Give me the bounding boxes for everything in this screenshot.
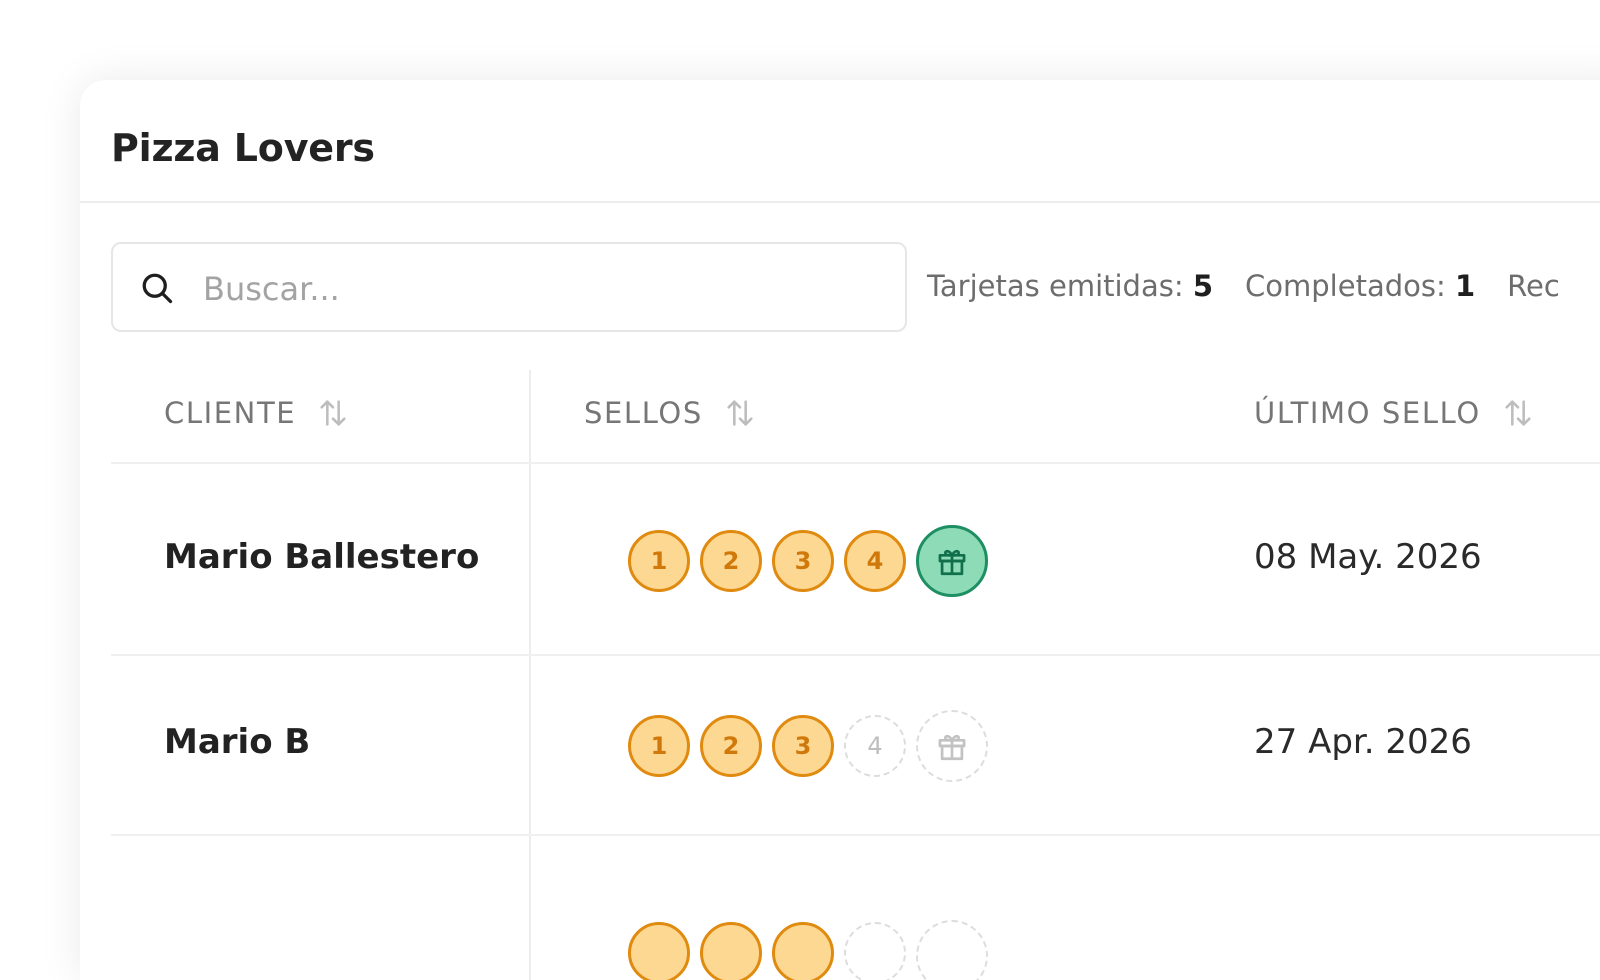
loyalty-card-panel: Pizza Lovers Tarjetas emitidas: 5 Complet… <box>80 80 1600 980</box>
stamp-slot: 3 <box>772 530 834 592</box>
stat-issued-cards: Tarjetas emitidas: 5 <box>927 266 1213 306</box>
column-header-label: ÚLTIMO SELLO <box>1254 396 1481 430</box>
card-header: Pizza Lovers <box>80 80 1600 203</box>
stamp-slot: 2 <box>700 530 762 592</box>
stat-label: Tarjetas emitidas: <box>927 269 1184 303</box>
table-row[interactable] <box>111 836 1600 980</box>
stamp-track: 1 2 3 4 <box>628 709 988 783</box>
stamp-slot: 4 <box>844 530 906 592</box>
stamp-slot: 1 <box>628 715 690 777</box>
stat-completed: Completados: 1 <box>1245 266 1475 306</box>
toolbar: Tarjetas emitidas: 5 Completados: 1 Rec <box>111 242 1600 332</box>
stamp-slot <box>700 922 762 980</box>
gift-icon <box>938 549 966 576</box>
column-header-label: SELLOS <box>584 396 703 430</box>
last-stamp-date: 27 Apr. 2026 <box>1254 722 1472 762</box>
gift-icon <box>938 734 966 761</box>
search-box[interactable] <box>111 242 907 332</box>
stat-value: 5 <box>1192 269 1214 303</box>
last-stamp-date: 08 May. 2026 <box>1254 537 1482 577</box>
stamp-slot <box>772 922 834 980</box>
customer-name: Mario B <box>164 722 311 762</box>
reward-badge <box>916 710 988 782</box>
search-icon <box>142 273 173 304</box>
table-header: CLIENTE SELLOS ÚLTIMO SELLO <box>111 370 1600 464</box>
column-header-label: CLIENTE <box>164 396 297 430</box>
sort-arrows-icon[interactable] <box>316 396 350 430</box>
sort-arrows-icon[interactable] <box>1501 396 1535 430</box>
stat-value: 1 <box>1454 269 1476 303</box>
stat-label: Completados: <box>1245 269 1446 303</box>
stamp-track: 1 2 3 4 <box>628 524 988 598</box>
stamp-slot: 1 <box>628 530 690 592</box>
stamp-slot <box>628 922 690 980</box>
reward-badge <box>916 920 988 980</box>
sort-arrows-icon[interactable] <box>723 396 757 430</box>
customer-name: Mario Ballestero <box>164 537 480 577</box>
reward-badge <box>916 525 988 597</box>
stamp-slot: 4 <box>844 715 906 777</box>
column-header-client[interactable]: CLIENTE <box>164 396 350 430</box>
table-row[interactable]: Mario Ballestero 1 2 3 4 08 May. 2026 <box>111 464 1600 656</box>
search-input[interactable] <box>201 264 885 314</box>
table-row[interactable]: Mario B 1 2 3 4 27 Apr. 2026 <box>111 656 1600 836</box>
stamp-slot: 3 <box>772 715 834 777</box>
stats-summary: Tarjetas emitidas: 5 Completados: 1 Rec <box>927 266 1592 306</box>
column-header-stamps[interactable]: SELLOS <box>584 396 757 430</box>
column-header-last-stamp[interactable]: ÚLTIMO SELLO <box>1254 396 1535 430</box>
stamp-slot <box>844 922 906 980</box>
stamp-slot: 2 <box>700 715 762 777</box>
customers-table: CLIENTE SELLOS ÚLTIMO SELLO Mario Balles… <box>111 370 1600 980</box>
page-title: Pizza Lovers <box>111 126 375 170</box>
stat-truncated: Rec <box>1507 266 1560 306</box>
stat-label: Rec <box>1507 269 1560 303</box>
